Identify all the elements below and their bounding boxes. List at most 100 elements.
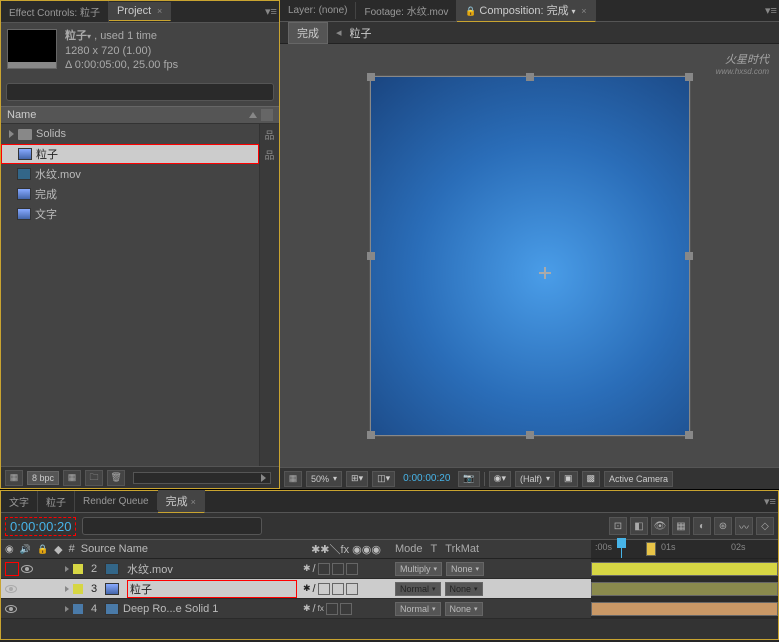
trkmat-column[interactable]: TrkMat: [445, 543, 479, 555]
close-icon[interactable]: ×: [581, 6, 586, 16]
visibility-toggle[interactable]: [5, 605, 17, 613]
tab-layer[interactable]: Layer: (none): [280, 2, 356, 19]
resize-handle[interactable]: [367, 431, 375, 439]
layer-row[interactable]: 4 Deep Ro...e Solid 1 ✱/fx Normal None: [1, 599, 778, 619]
project-item-wenzi[interactable]: 文字: [1, 204, 259, 224]
lock-column-icon[interactable]: 🔒: [37, 544, 48, 555]
source-name-column[interactable]: Source Name: [81, 543, 148, 555]
layer-name[interactable]: 粒子: [127, 580, 297, 598]
panel-menu-icon[interactable]: ▾≡: [263, 5, 279, 18]
layer-switches[interactable]: ✱/: [301, 579, 391, 598]
panel-menu-icon[interactable]: ▾≡: [762, 495, 778, 508]
project-item-wancheng[interactable]: 完成: [1, 184, 259, 204]
label-column-icon[interactable]: ◆: [54, 543, 62, 556]
layer-duration-bar[interactable]: [591, 562, 778, 576]
transparency-button[interactable]: ▩: [582, 471, 601, 487]
camera-dropdown[interactable]: Active Camera: [604, 471, 673, 487]
switches-header[interactable]: ✱✱＼fx ◉◉◉: [301, 540, 391, 558]
tab-footage[interactable]: Footage: 水纹.mov: [356, 0, 457, 21]
expand-icon[interactable]: [65, 606, 69, 612]
layer-switches[interactable]: ✱/fx: [301, 599, 391, 618]
grid-button[interactable]: ⊞▾: [346, 471, 368, 487]
current-time-indicator[interactable]: [621, 540, 622, 558]
canvas[interactable]: [370, 76, 690, 436]
project-item-lizi[interactable]: 粒子: [1, 144, 259, 164]
column-name[interactable]: Name: [7, 109, 249, 121]
resize-handle[interactable]: [685, 431, 693, 439]
mode-column[interactable]: Mode: [395, 543, 423, 555]
timeline-tab-renderqueue[interactable]: Render Queue: [75, 493, 158, 510]
resize-handle[interactable]: [526, 73, 534, 81]
always-preview-button[interactable]: ▦: [284, 471, 302, 487]
timeline-tab-lizi[interactable]: 粒子: [38, 491, 75, 512]
resolution-dropdown[interactable]: (Half): [515, 471, 555, 487]
comp-marker[interactable]: [646, 542, 656, 556]
layer-name[interactable]: 水纹.mov: [127, 561, 297, 577]
blend-mode-dropdown[interactable]: Normal: [395, 582, 441, 596]
graph-editor-button[interactable]: 〰: [735, 517, 753, 535]
frame-blend-button[interactable]: ▦: [672, 517, 690, 535]
layer-bar-track[interactable]: [591, 599, 778, 618]
tab-project[interactable]: Project ×: [109, 2, 171, 21]
resize-handle[interactable]: [526, 431, 534, 439]
layer-row[interactable]: 3 粒子 ✱/ Normal None: [1, 579, 778, 599]
viewer-timecode[interactable]: 0:00:00:20: [399, 473, 454, 484]
layer-row[interactable]: 2 水纹.mov ✱/ Multiply None: [1, 559, 778, 579]
breadcrumb-current[interactable]: 粒子: [350, 25, 372, 41]
visibility-toggle[interactable]: [5, 585, 17, 593]
roi-button[interactable]: ▣: [559, 471, 578, 487]
trkmat-dropdown[interactable]: None: [445, 582, 483, 596]
comp-mini-flowchart-button[interactable]: ⊡: [609, 517, 627, 535]
audio-column-icon[interactable]: 🔊: [20, 544, 31, 555]
tab-composition[interactable]: 🔒 Composition: 完成 ▾ ×: [457, 0, 595, 22]
layer-switches[interactable]: ✱/: [301, 559, 391, 578]
visibility-toggle[interactable]: [21, 565, 33, 573]
interpret-footage-button[interactable]: ▦: [5, 470, 23, 486]
layer-duration-bar[interactable]: [591, 582, 778, 596]
sort-icon[interactable]: [249, 112, 257, 118]
motion-blur-button[interactable]: ◐: [693, 517, 711, 535]
layer-duration-bar[interactable]: [591, 602, 778, 616]
expand-icon[interactable]: [9, 130, 14, 138]
anchor-point-icon[interactable]: [539, 267, 551, 279]
shy-button[interactable]: 👁: [651, 517, 669, 535]
trkmat-dropdown[interactable]: None: [446, 562, 484, 576]
lock-icon[interactable]: 🔒: [465, 6, 476, 16]
close-icon[interactable]: ×: [191, 497, 196, 507]
resize-handle[interactable]: [685, 73, 693, 81]
number-column[interactable]: #: [69, 543, 75, 555]
timeline-search-input[interactable]: [82, 517, 262, 535]
project-list[interactable]: Solids 粒子 水纹.mov 完成: [1, 124, 279, 466]
bpc-button[interactable]: 8 bpc: [27, 471, 59, 485]
label-color[interactable]: [73, 604, 83, 614]
channel-button[interactable]: ◉▾: [489, 471, 511, 487]
layer-name[interactable]: Deep Ro...e Solid 1: [123, 603, 297, 615]
new-comp-button[interactable]: ▦: [63, 470, 81, 486]
layer-bar-track[interactable]: [591, 579, 778, 598]
resize-handle[interactable]: [367, 73, 375, 81]
composition-viewer[interactable]: 火星时代 www.hxsd.com: [280, 44, 779, 467]
snapshot-button[interactable]: 📷: [458, 471, 479, 487]
new-folder-button[interactable]: 🗀: [85, 470, 103, 486]
label-column-icon[interactable]: [261, 109, 273, 121]
project-item-shuiwen[interactable]: 水纹.mov: [1, 164, 259, 184]
project-search-input[interactable]: [6, 83, 274, 101]
brainstorm-button[interactable]: ⊛: [714, 517, 732, 535]
label-color[interactable]: [73, 564, 83, 574]
blend-mode-dropdown[interactable]: Normal: [395, 602, 441, 616]
blend-mode-dropdown[interactable]: Multiply: [395, 562, 442, 576]
project-item-solids[interactable]: Solids: [1, 124, 259, 144]
scrollbar[interactable]: [133, 472, 271, 484]
layer-bar-track[interactable]: [591, 559, 778, 578]
project-column-header[interactable]: Name: [1, 106, 279, 124]
eye-column-icon[interactable]: ◉: [5, 544, 14, 555]
time-ruler[interactable]: :00s 01s 02s: [591, 540, 778, 558]
timeline-tab-wancheng[interactable]: 完成×: [158, 490, 205, 513]
timeline-tab-wenzi[interactable]: 文字: [1, 491, 38, 512]
breadcrumb-root[interactable]: 完成: [288, 22, 328, 44]
expand-icon[interactable]: [65, 586, 69, 592]
t-column[interactable]: T: [431, 543, 438, 555]
expand-icon[interactable]: [65, 566, 69, 572]
current-time-display[interactable]: 0:00:00:20: [5, 517, 76, 536]
tab-effect-controls[interactable]: Effect Controls: 粒子: [1, 1, 109, 22]
